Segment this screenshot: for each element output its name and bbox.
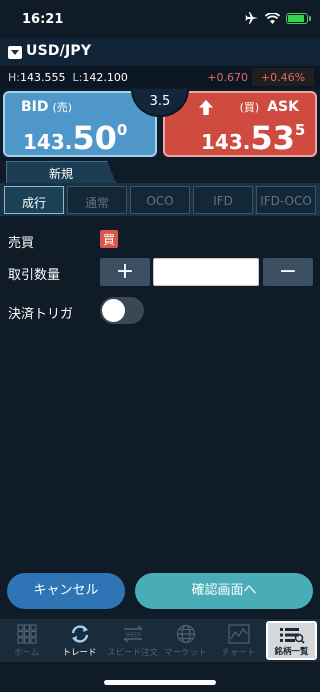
confirm-button[interactable]: 確認画面へ — [135, 573, 313, 609]
nav-chart-label: チャート — [221, 648, 256, 658]
bid-kana: (売) — [52, 101, 73, 114]
nav-symbol-list[interactable]: 銘柄一覧 — [266, 621, 317, 660]
quantity-label: 取引数量 — [8, 268, 61, 283]
nav-speed-order[interactable]: SPEED スピード注文 — [106, 619, 159, 662]
ask-price-fraction: 5 — [294, 121, 306, 139]
order-mode-row: 新規 — [0, 161, 320, 183]
low-value: 142.100 — [82, 71, 128, 84]
airplane-icon — [245, 12, 258, 24]
status-icons — [245, 12, 311, 24]
high-low: H:143.555 L:142.100 — [8, 71, 128, 84]
bid-price-pips: 50 — [72, 119, 117, 157]
battery-charging-icon — [286, 12, 311, 24]
quantity-minus-button[interactable]: − — [263, 258, 313, 286]
refresh-arrows-icon — [71, 625, 88, 643]
ask-text: ASK — [267, 99, 299, 115]
trigger-toggle[interactable] — [100, 297, 144, 324]
side-badge[interactable]: 買 — [100, 230, 118, 248]
bid-price: 143.500 — [23, 119, 127, 157]
status-time: 16:21 — [22, 12, 64, 27]
nav-list-label: 銘柄一覧 — [274, 647, 309, 657]
ask-kana: (買) — [239, 101, 260, 114]
nav-home[interactable]: ホーム — [0, 619, 53, 662]
toggle-knob — [102, 299, 125, 322]
speed-arrows-icon: SPEED — [123, 625, 142, 643]
nav-market-label: マーケット — [164, 648, 207, 658]
cancel-button[interactable]: キャンセル — [7, 573, 125, 609]
list-icon — [279, 628, 305, 644]
range-row: H:143.555 L:142.100 +0.670 +0.46% — [0, 66, 320, 88]
nav-trade[interactable]: トレード — [53, 619, 106, 662]
change-percent: +0.46% — [252, 68, 314, 86]
nav-home-label: ホーム — [13, 648, 40, 658]
arrow-up-icon — [199, 100, 213, 115]
grid-icon — [16, 624, 37, 644]
bid-price-fraction: 0 — [116, 121, 128, 139]
change-value: +0.670 — [207, 71, 248, 84]
high-label: H: — [8, 71, 20, 84]
tab-ifd-oco[interactable]: IFD-OCO — [256, 186, 316, 214]
ask-price: 143.535 — [201, 119, 305, 157]
tab-new-order[interactable]: 新規 — [6, 161, 116, 183]
nav-trade-label: トレード — [62, 648, 97, 658]
trigger-label: 決済トリガ — [8, 307, 74, 322]
chart-icon — [227, 624, 250, 644]
svg-text:SPEED: SPEED — [124, 633, 141, 639]
quantity-plus-button[interactable]: + — [100, 258, 150, 286]
pair-header[interactable]: USD/JPY — [0, 38, 320, 66]
tab-limit[interactable]: 通常 — [67, 186, 127, 214]
wifi-icon — [265, 12, 280, 24]
ask-label: (買) ASK — [240, 99, 299, 115]
high-value: 143.555 — [19, 71, 66, 84]
globe-icon — [176, 624, 195, 644]
side-label: 売買 — [8, 236, 35, 251]
tab-ifd[interactable]: IFD — [193, 186, 253, 214]
tab-oco[interactable]: OCO — [130, 186, 190, 214]
status-bar: 16:21 — [0, 0, 320, 38]
low-label: L: — [72, 71, 83, 84]
quantity-input[interactable] — [153, 258, 259, 286]
tab-market[interactable]: 成行 — [4, 186, 64, 214]
pair-title[interactable]: USD/JPY — [26, 43, 91, 59]
nav-market[interactable]: マーケット — [159, 619, 212, 662]
ask-price-int: 143. — [201, 130, 251, 154]
bid-text: BID — [21, 99, 49, 115]
dropdown-icon[interactable] — [8, 46, 22, 59]
ask-price-pips: 53 — [250, 119, 295, 157]
nav-speed-label: スピード注文 — [106, 648, 158, 658]
home-indicator — [104, 680, 216, 685]
bid-price-int: 143. — [23, 130, 73, 154]
bid-label: BID (売) — [21, 99, 72, 115]
nav-chart[interactable]: チャート — [212, 619, 265, 662]
